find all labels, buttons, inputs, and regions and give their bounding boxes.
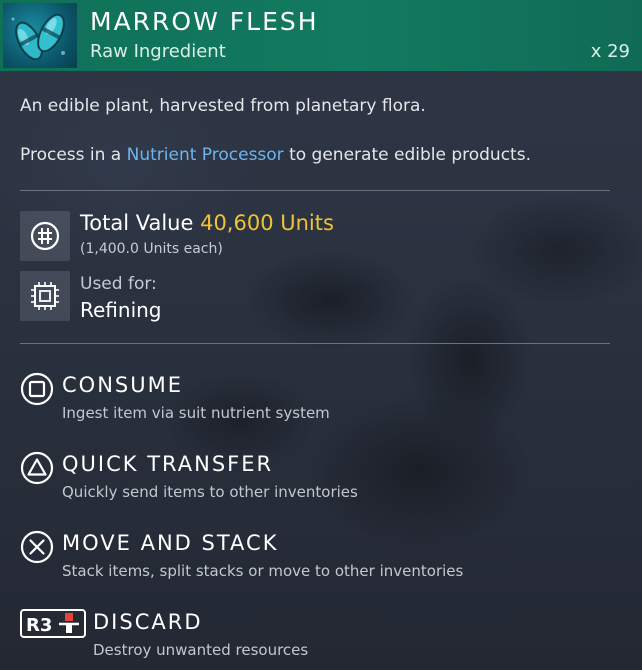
square-button-icon — [20, 372, 54, 406]
item-category: Raw Ingredient — [90, 41, 226, 62]
cross-button-icon — [20, 530, 54, 564]
total-value-amount: 40,600 Units — [200, 211, 334, 235]
process-hint-prefix: Process in a — [20, 145, 127, 165]
r3-button-icon: R3 — [20, 609, 86, 638]
divider — [20, 343, 610, 344]
marrow-flesh-icon — [3, 3, 77, 68]
item-description: An edible plant, harvested from planetar… — [20, 96, 426, 116]
consume-action[interactable]: CONSUME Ingest item via suit nutrient sy… — [20, 372, 620, 432]
nutrient-processor-link[interactable]: Nutrient Processor — [127, 145, 284, 165]
used-for-label: Used for: — [80, 274, 157, 294]
quick-transfer-action-description: Quickly send items to other inventories — [62, 483, 358, 501]
quick-transfer-action[interactable]: QUICK TRANSFER Quickly send items to oth… — [20, 451, 620, 511]
item-process-hint: Process in a Nutrient Processor to gener… — [20, 145, 531, 165]
item-header: MARROW FLESH Raw Ingredient x 29 — [0, 0, 642, 71]
consume-action-label: CONSUME — [62, 373, 183, 397]
triangle-button-icon — [20, 451, 54, 485]
unit-value: (1,400.0 Units each) — [80, 241, 223, 257]
r3-button-label: R3 — [26, 615, 52, 636]
used-for-value: Refining — [80, 298, 162, 322]
discard-action-description: Destroy unwanted resources — [93, 641, 309, 659]
quick-transfer-action-label: QUICK TRANSFER — [62, 452, 274, 476]
consume-action-description: Ingest item via suit nutrient system — [62, 404, 330, 422]
process-hint-suffix: to generate edible products. — [283, 145, 531, 165]
divider — [20, 190, 610, 191]
discard-action[interactable]: R3 DISCARD Destroy unwanted resources — [20, 609, 620, 669]
move-and-stack-action-description: Stack items, split stacks or move to oth… — [62, 562, 464, 580]
item-title: MARROW FLESH — [90, 7, 319, 36]
total-value-label: Total Value — [80, 211, 201, 235]
move-and-stack-action[interactable]: MOVE AND STACK Stack items, split stacks… — [20, 530, 620, 590]
discard-action-label: DISCARD — [93, 610, 203, 634]
item-quantity: x 29 — [590, 41, 630, 62]
refiner-chip-icon — [20, 271, 70, 321]
move-and-stack-action-label: MOVE AND STACK — [62, 531, 279, 555]
total-value: Total Value 40,600 Units — [80, 211, 334, 235]
units-currency-icon — [20, 211, 70, 261]
